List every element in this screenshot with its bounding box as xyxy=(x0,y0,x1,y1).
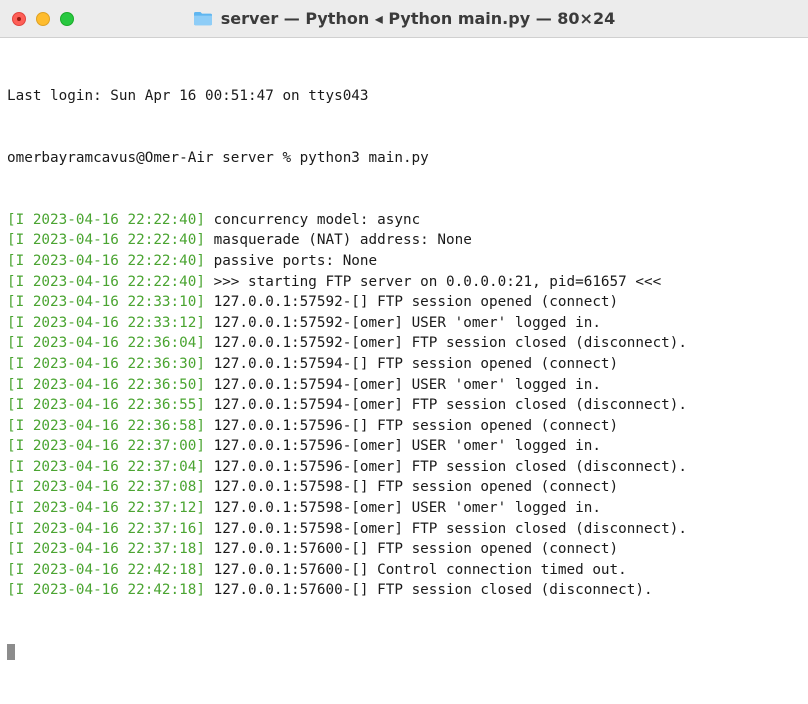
text-cursor xyxy=(7,644,15,661)
last-login-line: Last login: Sun Apr 16 00:51:47 on ttys0… xyxy=(7,88,369,105)
log-timestamp: [I 2023-04-16 22:33:10] xyxy=(7,294,205,311)
log-message: 127.0.0.1:57598-[] FTP session opened (c… xyxy=(204,479,619,496)
title-bar[interactable]: server — Python ◂ Python main.py — 80×24 xyxy=(0,0,808,38)
log-line: [I 2023-04-16 22:37:00] 127.0.0.1:57596-… xyxy=(7,436,808,457)
log-line: [I 2023-04-16 22:22:40] masquerade (NAT)… xyxy=(7,230,808,251)
log-lines: [I 2023-04-16 22:22:40] concurrency mode… xyxy=(7,210,808,601)
log-timestamp: [I 2023-04-16 22:33:12] xyxy=(7,314,205,331)
window-title: server — Python ◂ Python main.py — 80×24 xyxy=(220,9,616,28)
log-line: [I 2023-04-16 22:22:40] concurrency mode… xyxy=(7,210,808,231)
log-timestamp: [I 2023-04-16 22:37:00] xyxy=(7,438,205,455)
window-controls xyxy=(12,12,74,26)
terminal-output[interactable]: Last login: Sun Apr 16 00:51:47 on ttys0… xyxy=(0,38,808,704)
log-line: [I 2023-04-16 22:36:30] 127.0.0.1:57594-… xyxy=(7,354,808,375)
minimize-button[interactable] xyxy=(36,12,50,26)
log-timestamp: [I 2023-04-16 22:22:40] xyxy=(7,232,205,249)
log-line: [I 2023-04-16 22:37:04] 127.0.0.1:57596-… xyxy=(7,457,808,478)
folder-icon xyxy=(193,11,213,26)
log-timestamp: [I 2023-04-16 22:22:40] xyxy=(7,211,205,228)
command-prompt-line: omerbayramcavus@Omer-Air server % python… xyxy=(7,149,429,166)
log-timestamp: [I 2023-04-16 22:36:55] xyxy=(7,397,205,414)
log-timestamp: [I 2023-04-16 22:37:04] xyxy=(7,458,205,475)
close-button[interactable] xyxy=(12,12,26,26)
log-message: 127.0.0.1:57594-[omer] USER 'omer' logge… xyxy=(204,376,601,393)
log-timestamp: [I 2023-04-16 22:37:16] xyxy=(7,520,205,537)
log-message: 127.0.0.1:57592-[omer] FTP session close… xyxy=(204,335,688,352)
log-timestamp: [I 2023-04-16 22:22:40] xyxy=(7,273,205,290)
log-timestamp: [I 2023-04-16 22:42:18] xyxy=(7,561,205,578)
log-line: [I 2023-04-16 22:37:18] 127.0.0.1:57600-… xyxy=(7,539,808,560)
log-timestamp: [I 2023-04-16 22:36:30] xyxy=(7,355,205,372)
log-line: [I 2023-04-16 22:36:58] 127.0.0.1:57596-… xyxy=(7,416,808,437)
log-message: 127.0.0.1:57594-[] FTP session opened (c… xyxy=(204,355,619,372)
log-message: 127.0.0.1:57596-[omer] USER 'omer' logge… xyxy=(204,438,601,455)
log-timestamp: [I 2023-04-16 22:37:18] xyxy=(7,541,205,558)
log-line: [I 2023-04-16 22:33:12] 127.0.0.1:57592-… xyxy=(7,313,808,334)
log-timestamp: [I 2023-04-16 22:42:18] xyxy=(7,582,205,599)
log-line: [I 2023-04-16 22:37:12] 127.0.0.1:57598-… xyxy=(7,498,808,519)
log-timestamp: [I 2023-04-16 22:37:08] xyxy=(7,479,205,496)
log-message: 127.0.0.1:57600-[] Control connection ti… xyxy=(204,561,627,578)
log-message: masquerade (NAT) address: None xyxy=(204,232,472,249)
log-line: [I 2023-04-16 22:36:04] 127.0.0.1:57592-… xyxy=(7,333,808,354)
log-line: [I 2023-04-16 22:33:10] 127.0.0.1:57592-… xyxy=(7,292,808,313)
log-message: 127.0.0.1:57596-[omer] FTP session close… xyxy=(204,458,688,475)
log-timestamp: [I 2023-04-16 22:36:58] xyxy=(7,417,205,434)
log-timestamp: [I 2023-04-16 22:22:40] xyxy=(7,252,205,269)
log-line: [I 2023-04-16 22:37:08] 127.0.0.1:57598-… xyxy=(7,477,808,498)
log-message: 127.0.0.1:57600-[] FTP session opened (c… xyxy=(204,541,619,558)
log-message: 127.0.0.1:57598-[omer] USER 'omer' logge… xyxy=(204,500,601,517)
log-line: [I 2023-04-16 22:36:55] 127.0.0.1:57594-… xyxy=(7,395,808,416)
log-message: 127.0.0.1:57598-[omer] FTP session close… xyxy=(204,520,688,537)
log-line: [I 2023-04-16 22:22:40] passive ports: N… xyxy=(7,251,808,272)
log-line: [I 2023-04-16 22:42:18] 127.0.0.1:57600-… xyxy=(7,560,808,581)
log-timestamp: [I 2023-04-16 22:36:04] xyxy=(7,335,205,352)
log-line: [I 2023-04-16 22:37:16] 127.0.0.1:57598-… xyxy=(7,519,808,540)
log-line: [I 2023-04-16 22:42:18] 127.0.0.1:57600-… xyxy=(7,580,808,601)
log-message: 127.0.0.1:57592-[omer] USER 'omer' logge… xyxy=(204,314,601,331)
terminal-window: server — Python ◂ Python main.py — 80×24… xyxy=(0,0,808,661)
log-message: 127.0.0.1:57592-[] FTP session opened (c… xyxy=(204,294,619,311)
log-message: 127.0.0.1:57600-[] FTP session closed (d… xyxy=(204,582,653,599)
log-message: concurrency model: async xyxy=(204,211,421,228)
log-message: 127.0.0.1:57594-[omer] FTP session close… xyxy=(204,397,688,414)
log-message: 127.0.0.1:57596-[] FTP session opened (c… xyxy=(204,417,619,434)
log-line: [I 2023-04-16 22:22:40] >>> starting FTP… xyxy=(7,272,808,293)
log-message: >>> starting FTP server on 0.0.0.0:21, p… xyxy=(204,273,662,290)
cursor-line xyxy=(7,642,808,663)
log-message: passive ports: None xyxy=(204,252,378,269)
zoom-button[interactable] xyxy=(60,12,74,26)
log-timestamp: [I 2023-04-16 22:36:50] xyxy=(7,376,205,393)
log-timestamp: [I 2023-04-16 22:37:12] xyxy=(7,500,205,517)
window-title-group: server — Python ◂ Python main.py — 80×24 xyxy=(193,9,615,28)
log-line: [I 2023-04-16 22:36:50] 127.0.0.1:57594-… xyxy=(7,375,808,396)
